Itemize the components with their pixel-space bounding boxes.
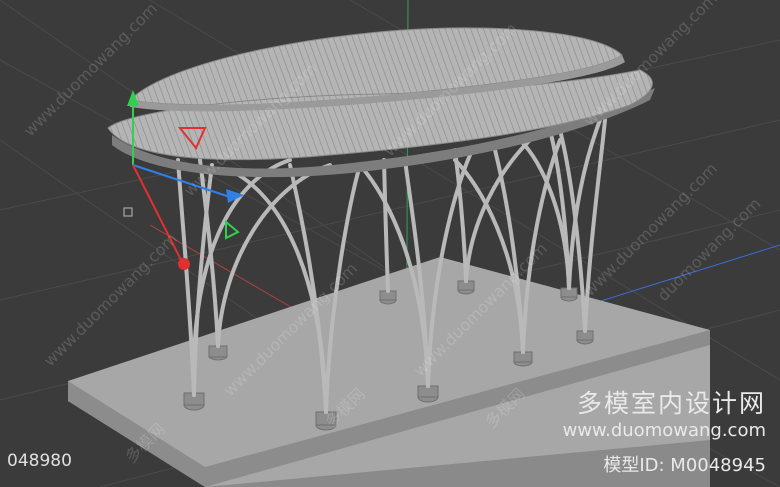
- brand-url: www.duomowang.com: [562, 420, 766, 441]
- brand-name: 多模室内设计网: [576, 389, 766, 418]
- model-id-label: 模型ID: M0048945: [603, 455, 766, 476]
- pivot-cube-icon[interactable]: [123, 207, 133, 217]
- gizmo-x-handle[interactable]: [178, 258, 190, 270]
- 3d-viewport[interactable]: www.duomowang.com www.duomowang.com www.…: [0, 0, 780, 487]
- frame-number: 048980: [7, 451, 72, 471]
